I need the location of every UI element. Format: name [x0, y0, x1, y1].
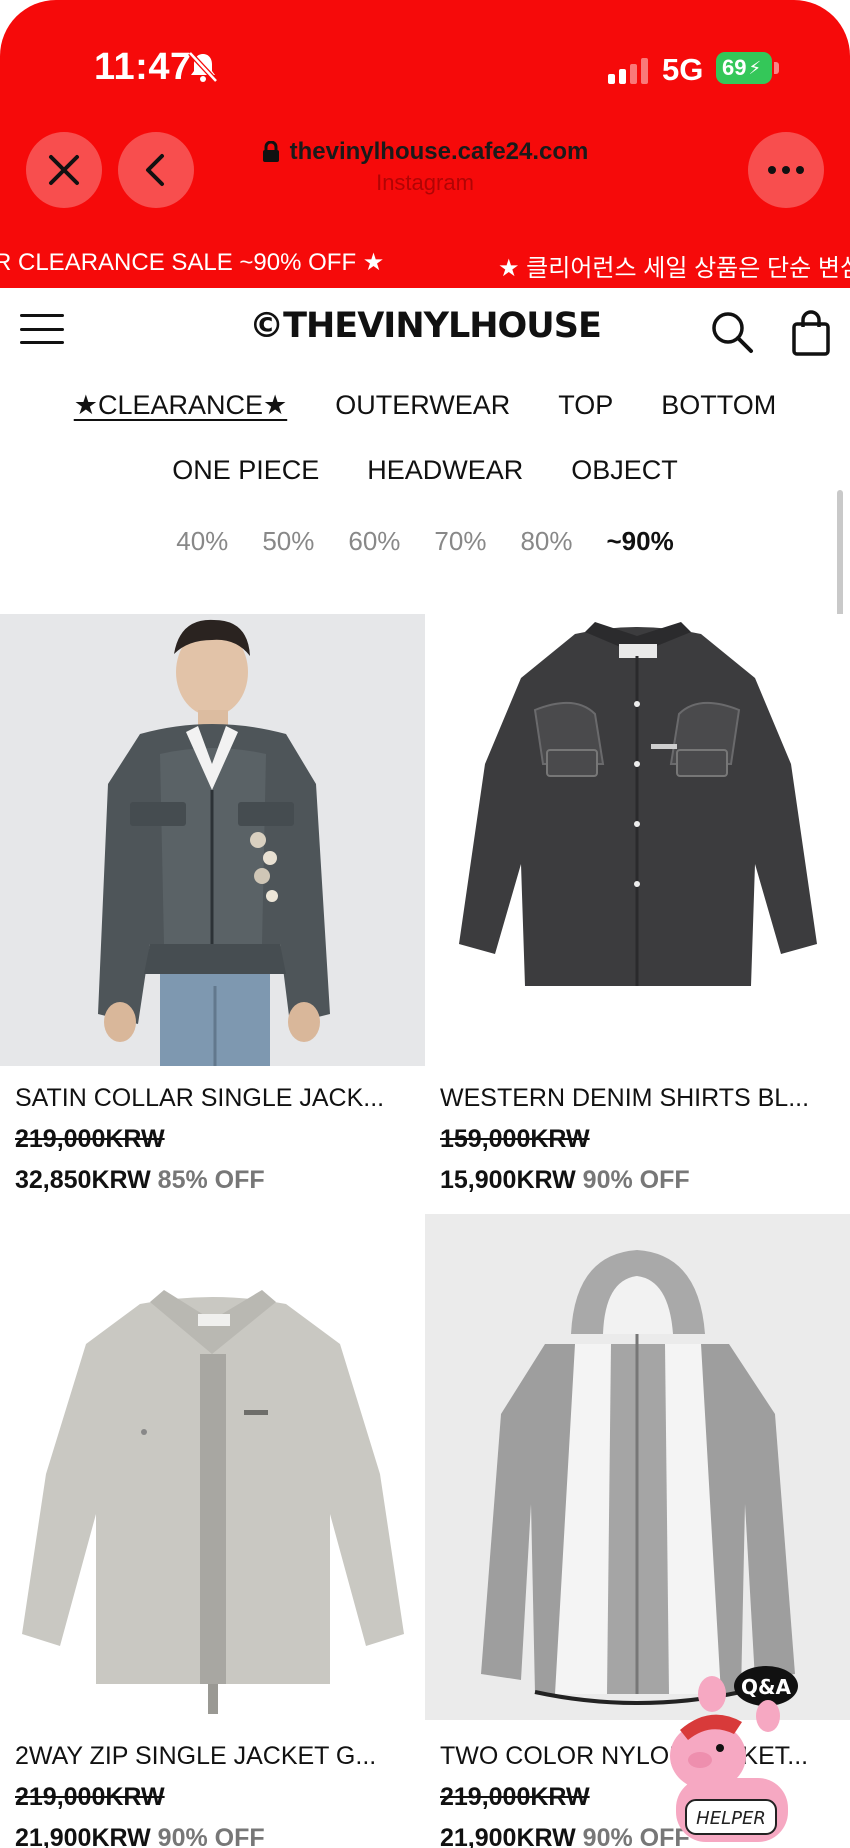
discount-40[interactable]: 40%	[176, 526, 228, 557]
marquee-text-ko: ★ 클리어런스 세일 상품은 단순 변심	[498, 255, 850, 280]
close-icon	[49, 155, 79, 185]
cellular-signal-icon	[608, 58, 648, 84]
discount-badge: 90% OFF	[157, 1824, 265, 1848]
category-one-piece[interactable]: ONE PIECE	[172, 455, 319, 486]
more-dots-icon	[768, 166, 804, 174]
product-image[interactable]	[0, 614, 425, 1066]
category-clearance[interactable]: ★CLEARANCE★	[74, 390, 287, 421]
denim-shirt-photo	[425, 614, 850, 1066]
battery-tip	[774, 62, 779, 74]
search-icon[interactable]	[710, 310, 754, 354]
discount-70[interactable]: 70%	[434, 526, 486, 557]
battery-indicator: 69 ⚡	[716, 52, 772, 84]
helper-label: HELPER	[696, 1808, 766, 1829]
zip-jacket-photo	[0, 1214, 425, 1720]
product-image[interactable]	[425, 1214, 850, 1720]
discount-60[interactable]: 60%	[348, 526, 400, 557]
address-bar[interactable]: thevinylhouse.cafe24.com Instagram	[200, 138, 650, 196]
url-text: thevinylhouse.cafe24.com	[289, 138, 589, 165]
site-logo[interactable]: ©THEVINYLHOUSE	[180, 306, 670, 346]
site-header: ©THEVINYLHOUSE	[0, 288, 850, 372]
category-bottom[interactable]: BOTTOM	[661, 390, 776, 421]
source-app-label: Instagram	[376, 170, 474, 195]
discount-badge: 85% OFF	[157, 1166, 265, 1194]
sale-price: 15,900KRW	[440, 1166, 576, 1194]
hamburger-line	[20, 341, 64, 344]
chevron-left-icon	[146, 154, 164, 186]
two-color-jacket-photo	[425, 1214, 850, 1720]
original-price: 159,000KRW	[440, 1125, 590, 1153]
hamburger-line	[20, 314, 64, 317]
discount-50[interactable]: 50%	[262, 526, 314, 557]
sale-price: 32,850KRW	[15, 1166, 151, 1194]
product-name[interactable]: 2WAY ZIP SINGLE JACKET G...	[15, 1742, 410, 1771]
discount-90[interactable]: ~90%	[607, 526, 674, 557]
discount-badge: 90% OFF	[582, 1166, 690, 1194]
category-row: ONE PIECE HEADWEAR OBJECT	[0, 455, 850, 486]
product-image[interactable]	[0, 1214, 425, 1720]
category-headwear[interactable]: HEADWEAR	[367, 455, 523, 486]
sale-price-line: 15,900KRW 90% OFF	[440, 1166, 850, 1195]
discount-filter: 40% 50% 60% 70% 80% ~90%	[0, 526, 850, 557]
category-outerwear[interactable]: OUTERWEAR	[335, 390, 510, 421]
bell-muted-icon	[188, 51, 218, 83]
product-card[interactable]: WESTERN DENIM SHIRTS BL... 159,000KRW 15…	[425, 614, 850, 1195]
browser-chrome: 11:47 5G 69 ⚡ thevinylhouse.cafe24.com I…	[0, 0, 850, 288]
network-type: 5G	[662, 52, 704, 87]
charging-bolt-icon: ⚡	[748, 57, 762, 78]
category-nav: ★CLEARANCE★ OUTERWEAR TOP BOTTOM ONE PIE…	[0, 390, 850, 486]
sale-price: 21,900KRW	[440, 1824, 576, 1848]
original-price: 219,000KRW	[15, 1783, 165, 1811]
status-time: 11:47	[94, 46, 192, 88]
product-name[interactable]: WESTERN DENIM SHIRTS BL...	[440, 1084, 835, 1113]
status-bar: 11:47 5G 69 ⚡	[0, 0, 850, 120]
helper-bubble-text: Q&A	[741, 1675, 791, 1699]
announcement-marquee[interactable]: R CLEARANCE SALE ~90% OFF ★ ★ 클리어런스 세일 상…	[0, 244, 850, 280]
category-row: ★CLEARANCE★ OUTERWEAR TOP BOTTOM	[0, 390, 850, 421]
product-name[interactable]: SATIN COLLAR SINGLE JACK...	[15, 1084, 410, 1113]
marquee-text-en: R CLEARANCE SALE ~90% OFF ★	[0, 249, 385, 276]
shopping-bag-icon[interactable]	[788, 310, 834, 356]
sale-price-line: 32,850KRW 85% OFF	[15, 1166, 425, 1195]
close-tab-button[interactable]	[26, 132, 102, 208]
discount-80[interactable]: 80%	[520, 526, 572, 557]
product-card[interactable]: 2WAY ZIP SINGLE JACKET G... 219,000KRW 2…	[0, 1214, 425, 1848]
sale-price: 21,900KRW	[15, 1824, 151, 1848]
battery-level: 69	[722, 55, 747, 80]
helper-chat-button[interactable]: Q&A HELPER	[650, 1660, 840, 1848]
sale-price-line: 21,900KRW 90% OFF	[15, 1824, 425, 1848]
more-options-button[interactable]	[748, 132, 824, 208]
helper-mascot-icon: Q&A HELPER	[670, 1666, 798, 1842]
lock-icon	[262, 141, 279, 162]
product-image[interactable]	[425, 614, 850, 1066]
product-card[interactable]: SATIN COLLAR SINGLE JACK... 219,000KRW 3…	[0, 614, 425, 1195]
category-top[interactable]: TOP	[558, 390, 613, 421]
original-price: 219,000KRW	[15, 1125, 165, 1153]
back-button[interactable]	[118, 132, 194, 208]
satin-jacket-photo	[0, 614, 425, 1066]
category-object[interactable]: OBJECT	[571, 455, 678, 486]
hamburger-line	[20, 327, 64, 331]
menu-button[interactable]	[20, 314, 64, 344]
